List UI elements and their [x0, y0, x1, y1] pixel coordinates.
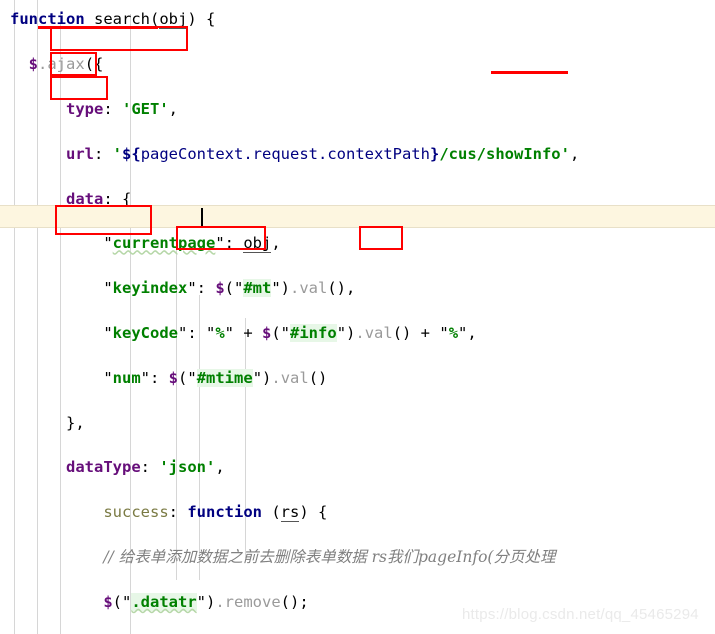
code-line: }, — [66, 413, 85, 432]
code-line: data: { — [66, 189, 132, 208]
code-line: url: '${pageContext.request.contextPath}… — [66, 144, 580, 163]
annotation-underline-ajax — [38, 26, 158, 29]
code-line: success: function (rs) { — [103, 503, 328, 523]
code-editor[interactable]: function search(obj) { $.ajax({ type: 'G… — [0, 0, 715, 634]
annotation-underline-showinfo — [491, 71, 568, 74]
code-line: "currentpage": obj, — [103, 234, 281, 254]
watermark: https://blog.csdn.net/qq_45465294 — [462, 606, 699, 623]
code-line: $.ajax({ — [28, 55, 104, 74]
code-line: "num": $("#mtime").val() — [103, 368, 328, 387]
code-line: "keyCode": "%" + $("#info").val() + "%", — [103, 323, 477, 342]
text-caret — [201, 208, 203, 227]
code-line: // 给表单添加数据之前去删除表单数据 rs我们pageInfo(分页处理 — [103, 547, 556, 566]
code-content[interactable]: function search(obj) { $.ajax({ type: 'G… — [10, 0, 715, 634]
code-line: dataType: 'json', — [66, 458, 225, 477]
code-line: type: 'GET', — [66, 100, 179, 118]
code-line: "keyindex": $("#mt").val(), — [103, 279, 356, 298]
